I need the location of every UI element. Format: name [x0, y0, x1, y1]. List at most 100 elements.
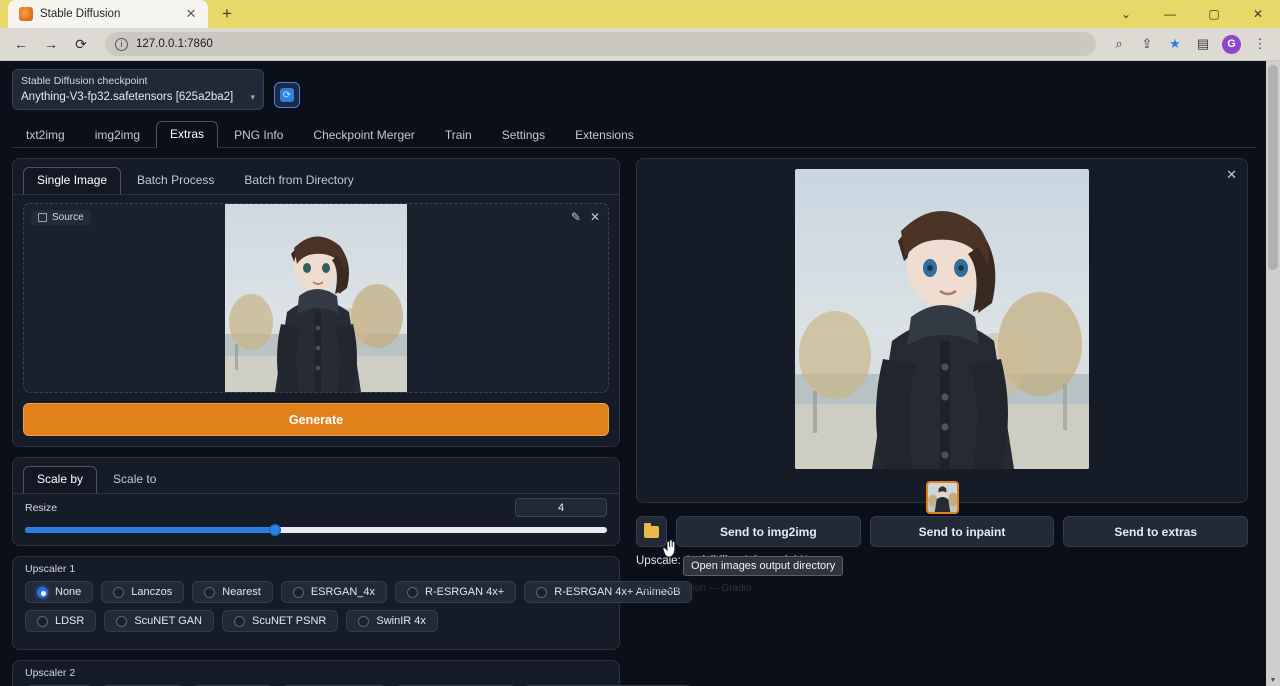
send-to-extras-button[interactable]: Send to extras: [1063, 516, 1248, 547]
tooltip: Open images output directory: [683, 556, 843, 576]
subtab-batch-process[interactable]: Batch Process: [123, 167, 228, 194]
address-bar[interactable]: i 127.0.0.1:7860: [105, 32, 1096, 56]
tab-png-info[interactable]: PNG Info: [220, 122, 297, 148]
gallery-close-icon[interactable]: ✕: [1226, 167, 1237, 183]
right-column: ✕: [636, 158, 1248, 686]
checkpoint-selector[interactable]: Stable Diffusion checkpoint Anything-V3-…: [12, 69, 264, 110]
resize-slider[interactable]: [25, 527, 607, 533]
upscaler1-option-scunet-gan[interactable]: ScuNET GAN: [104, 610, 214, 632]
checkpoint-dropdown[interactable]: Anything-V3-fp32.safetensors [625a2ba2] …: [21, 89, 255, 105]
tab-txt2img[interactable]: txt2img: [12, 122, 79, 148]
source-image-dropzone[interactable]: Source ✎ ✕: [23, 203, 609, 393]
upscaler2-panel: Upscaler 2 None Lanczos: [12, 660, 620, 686]
profile-avatar[interactable]: G: [1222, 35, 1241, 54]
upscaler1-option-esrgan-4x[interactable]: ESRGAN_4x: [281, 581, 387, 603]
slider-handle[interactable]: [269, 524, 281, 536]
back-icon[interactable]: ←: [7, 31, 35, 57]
thumbnail-item[interactable]: [926, 481, 959, 514]
upscaler2-title: Upscaler 2: [25, 667, 607, 679]
new-tab-button[interactable]: +: [214, 1, 240, 27]
upscaler1-option-scunet-psnr[interactable]: ScuNET PSNR: [222, 610, 338, 632]
slider-fill: [25, 527, 275, 533]
tab-extras[interactable]: Extras: [156, 121, 218, 148]
upscaler2-group: Upscaler 2 None Lanczos: [13, 661, 619, 686]
generate-button[interactable]: Generate: [23, 403, 609, 436]
edit-icon[interactable]: ✎: [571, 210, 581, 224]
scroll-down-arrow-icon[interactable]: ▼: [1266, 674, 1280, 686]
favicon-icon: [19, 7, 33, 21]
upscaler1-option-r-esrgan-4x[interactable]: R-ESRGAN 4x+: [395, 581, 516, 603]
scale-tabs: Scale by Scale to: [13, 458, 619, 493]
tab-search-chevron-icon[interactable]: ⌄: [1104, 0, 1148, 28]
option-label: ESRGAN_4x: [311, 586, 375, 598]
thumbnail-strip: [647, 481, 1237, 514]
send-to-img2img-button[interactable]: Send to img2img: [676, 516, 861, 547]
site-info-icon[interactable]: i: [115, 38, 128, 51]
page-scrollbar[interactable]: ▲ ▼: [1266, 61, 1280, 686]
radio-icon: [204, 587, 215, 598]
upscaler1-title: Upscaler 1: [25, 563, 607, 575]
option-label: ScuNET PSNR: [252, 615, 326, 627]
subtab-single-image[interactable]: Single Image: [23, 167, 121, 194]
output-gallery: ✕: [636, 158, 1248, 503]
close-icon[interactable]: ✕: [590, 210, 600, 224]
tab-extensions[interactable]: Extensions: [561, 122, 648, 148]
send-to-inpaint-button[interactable]: Send to inpaint: [870, 516, 1055, 547]
upscaler1-option-ldsr[interactable]: LDSR: [25, 610, 96, 632]
main-tabs: txt2img img2img Extras PNG Info Checkpoi…: [12, 120, 1256, 148]
upscaler1-option-lanczos[interactable]: Lanczos: [101, 581, 184, 603]
reload-icon[interactable]: ⟳: [67, 31, 95, 57]
page-viewport: Stable Diffusion checkpoint Anything-V3-…: [0, 61, 1280, 686]
browser-menu-icon[interactable]: ⋮: [1247, 31, 1273, 57]
option-label: ScuNET GAN: [134, 615, 202, 627]
upscaler1-panel: Upscaler 1 None Lanczos: [12, 556, 620, 650]
resize-value-input[interactable]: 4: [515, 498, 607, 517]
upscaler1-option-swinir-4x[interactable]: SwinIR 4x: [346, 610, 438, 632]
scale-panel: Scale by Scale to Resize 4: [12, 457, 620, 546]
upscaler1-option-none[interactable]: None: [25, 581, 93, 603]
tab-train[interactable]: Train: [431, 122, 486, 148]
footer-text: Stable Diffusion — Gradio: [636, 583, 1248, 594]
option-label: R-ESRGAN 4x+: [425, 586, 504, 598]
radio-icon: [407, 587, 418, 598]
scrollbar-thumb[interactable]: [1268, 65, 1278, 270]
tab-close-icon[interactable]: ✕: [183, 6, 199, 22]
bookmark-star-icon[interactable]: ★: [1162, 31, 1188, 57]
tab-checkpoint-merger[interactable]: Checkpoint Merger: [299, 122, 428, 148]
output-image[interactable]: [795, 169, 1089, 469]
content-columns: Single Image Batch Process Batch from Di…: [12, 158, 1256, 686]
radio-icon: [37, 616, 48, 627]
checkpoint-row: Stable Diffusion checkpoint Anything-V3-…: [12, 61, 1256, 116]
browser-toolbar: ← → ⟳ i 127.0.0.1:7860 ⌕ ⇪ ★ ▤ G ⋮: [0, 28, 1280, 61]
refresh-icon: ⟳: [280, 88, 294, 102]
upscaler1-option-nearest[interactable]: Nearest: [192, 581, 273, 603]
output-actions: Send to img2img Send to inpaint Send to …: [636, 516, 1248, 547]
window-minimize-button[interactable]: —: [1148, 0, 1192, 28]
tab-img2img[interactable]: img2img: [81, 122, 154, 148]
forward-icon[interactable]: →: [37, 31, 65, 57]
reader-mode-icon[interactable]: ▤: [1190, 31, 1216, 57]
window-close-button[interactable]: ✕: [1236, 0, 1280, 28]
tab-settings[interactable]: Settings: [488, 122, 559, 148]
open-output-directory-button[interactable]: [636, 516, 667, 547]
browser-tabstrip: Stable Diffusion ✕ + ⌄ — ▢ ✕: [0, 0, 1280, 28]
zoom-icon[interactable]: ⌕: [1106, 31, 1132, 57]
source-badge: Source: [31, 210, 91, 225]
window-maximize-button[interactable]: ▢: [1192, 0, 1236, 28]
tab-scale-by[interactable]: Scale by: [23, 466, 97, 493]
resize-control: Resize 4: [13, 494, 619, 545]
refresh-checkpoints-button[interactable]: ⟳: [274, 82, 300, 108]
tab-scale-to[interactable]: Scale to: [99, 466, 170, 493]
subtab-batch-from-directory[interactable]: Batch from Directory: [230, 167, 367, 194]
option-label: None: [55, 586, 81, 598]
checkpoint-label: Stable Diffusion checkpoint: [21, 75, 255, 87]
address-bar-url: 127.0.0.1:7860: [136, 38, 213, 50]
left-column: Single Image Batch Process Batch from Di…: [12, 158, 620, 686]
radio-icon: [37, 587, 48, 598]
share-icon[interactable]: ⇪: [1134, 31, 1160, 57]
browser-tab[interactable]: Stable Diffusion ✕: [8, 0, 208, 28]
radio-icon: [293, 587, 304, 598]
chevron-down-icon: ▾: [250, 92, 255, 103]
option-label: Lanczos: [131, 586, 172, 598]
source-image: [225, 204, 407, 392]
